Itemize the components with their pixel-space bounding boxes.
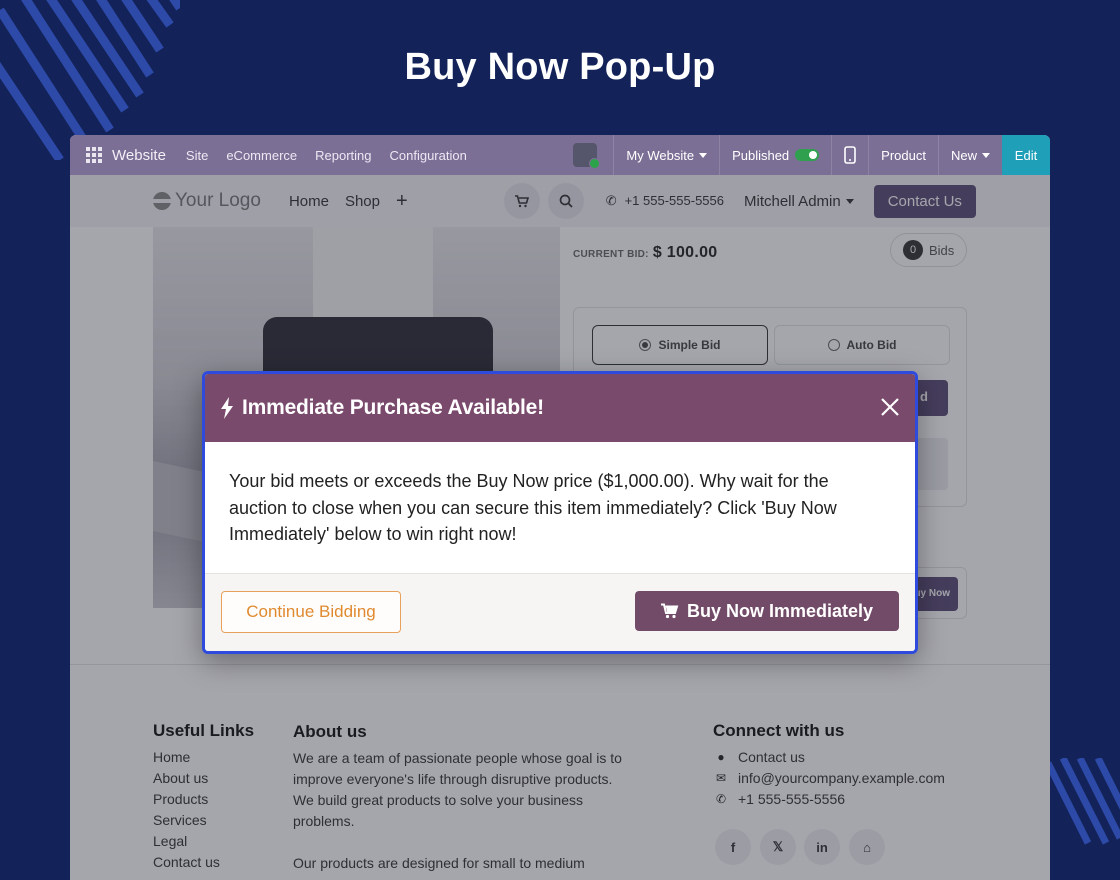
admin-bar: Website Site eCommerce Reporting Configu… — [70, 135, 1050, 175]
edit-label: Edit — [1014, 147, 1038, 163]
buy-now-modal: Immediate Purchase Available! Your bid m… — [202, 371, 918, 654]
modal-header: Immediate Purchase Available! — [205, 374, 915, 442]
chevron-down-icon — [982, 152, 990, 158]
app-name[interactable]: Website — [112, 147, 166, 164]
product-button[interactable]: Product — [868, 135, 938, 175]
user-avatar[interactable] — [573, 143, 601, 169]
continue-bidding-button[interactable]: Continue Bidding — [221, 591, 401, 633]
chevron-down-icon — [699, 152, 708, 158]
modal-title: Immediate Purchase Available! — [242, 396, 544, 419]
modal-body: Your bid meets or exceeds the Buy Now pr… — [205, 442, 915, 574]
menu-reporting[interactable]: Reporting — [315, 148, 371, 163]
product-label: Product — [881, 147, 926, 163]
new-button[interactable]: New — [937, 135, 1002, 175]
menu-configuration[interactable]: Configuration — [390, 148, 467, 163]
menu-ecommerce[interactable]: eCommerce — [226, 148, 297, 163]
modal-message: Your bid meets or exceeds the Buy Now pr… — [229, 471, 837, 544]
toggle-switch[interactable] — [795, 149, 820, 161]
bolt-icon — [221, 397, 233, 419]
mobile-preview-button[interactable] — [831, 135, 868, 175]
modal-footer: Continue Bidding Buy Now Immediately — [205, 574, 915, 651]
website-selector-label: My Website — [626, 147, 695, 163]
close-icon[interactable] — [879, 396, 901, 418]
published-label: Published — [732, 147, 790, 163]
new-label: New — [950, 147, 977, 163]
mobile-icon — [844, 146, 856, 164]
edit-button[interactable]: Edit — [1002, 135, 1050, 175]
apps-grid-icon[interactable] — [86, 147, 102, 163]
decorative-stripes — [1048, 758, 1120, 848]
website-selector[interactable]: My Website — [613, 135, 719, 175]
menu-site[interactable]: Site — [186, 148, 208, 163]
buy-now-immediately-button[interactable]: Buy Now Immediately — [635, 591, 899, 631]
cart-icon — [660, 603, 679, 619]
buy-now-label: Buy Now Immediately — [686, 600, 874, 621]
hero-title: Buy Now Pop-Up — [404, 46, 716, 88]
published-toggle[interactable]: Published — [719, 135, 831, 175]
